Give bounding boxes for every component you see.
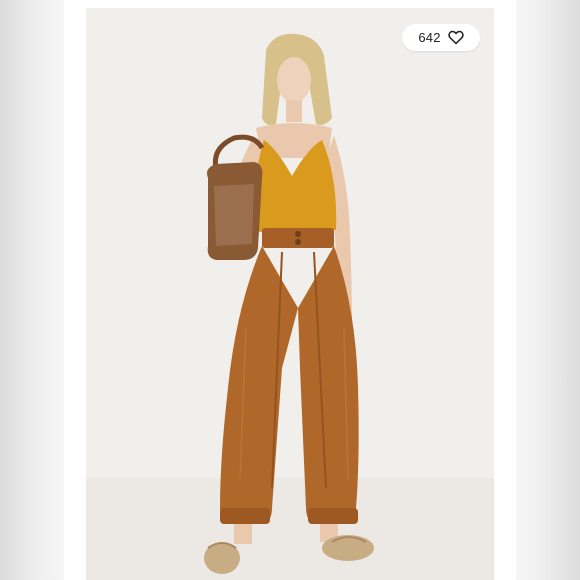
listing-image-viewer: 642 [0, 0, 580, 580]
product-photo[interactable] [86, 8, 494, 580]
like-count: 642 [418, 30, 441, 45]
left-edge-fade [0, 0, 64, 580]
model-illustration [86, 33, 494, 580]
like-button[interactable]: 642 [402, 24, 480, 51]
right-edge-fade [516, 0, 580, 580]
heart-outline-icon[interactable] [447, 30, 464, 45]
